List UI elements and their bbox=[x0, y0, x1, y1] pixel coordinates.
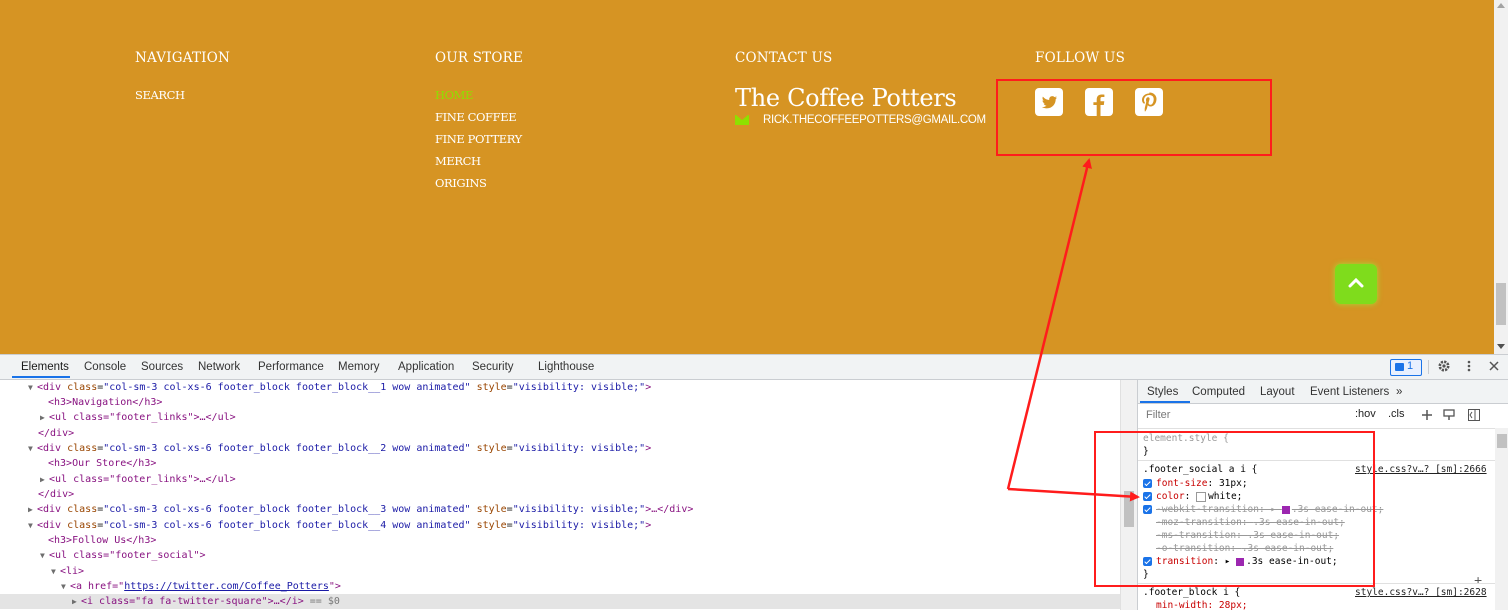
tab-application[interactable]: Application bbox=[398, 361, 454, 373]
more-tabs-chevron-icon[interactable]: » bbox=[1396, 386, 1402, 398]
store-link-home[interactable]: HOME bbox=[435, 88, 522, 110]
new-style-rule-icon[interactable] bbox=[1421, 409, 1433, 421]
tab-computed[interactable]: Computed bbox=[1192, 386, 1245, 398]
tab-elements[interactable]: Elements bbox=[21, 361, 69, 373]
toggle-sidebar-icon[interactable] bbox=[1468, 409, 1480, 421]
active-tab-indicator bbox=[12, 376, 70, 378]
declaration-min-width-partial[interactable]: min-width: 28px; bbox=[1156, 599, 1248, 612]
footer-navigation-column: NAVIGATION SEARCH bbox=[135, 50, 230, 102]
rule-source-link-2[interactable]: style.css?v…? [sm]:2628 bbox=[1355, 587, 1487, 598]
page-footer: NAVIGATION SEARCH OUR STORE HOME FINE CO… bbox=[0, 0, 1494, 354]
store-link-fine-coffee[interactable]: FINE COFFEE bbox=[435, 110, 522, 132]
dom-node-ul-footer-links[interactable]: ▶ <ul class="footer_links">…</ul> bbox=[40, 472, 236, 487]
dom-node-close-div[interactable]: </div> bbox=[38, 487, 74, 502]
dom-node-a-twitter[interactable]: ▼ <a href="https://twitter.com/Coffee_Pot… bbox=[61, 579, 341, 594]
elements-dom-tree: ▼ <div class="col-sm-3 col-xs-6 footer_bl… bbox=[0, 380, 1120, 610]
dom-node-i-twitter-selected[interactable]: ▶ <i class="fa fa-twitter-square">…</i> =… bbox=[0, 594, 1120, 609]
styles-scrollbar-thumb[interactable] bbox=[1497, 434, 1507, 448]
close-icon[interactable] bbox=[1488, 359, 1500, 373]
store-heading: OUR STORE bbox=[435, 50, 524, 66]
dom-node-footer-block-2[interactable]: ▼ <div class="col-sm-3 col-xs-6 footer_bl… bbox=[28, 441, 651, 456]
dom-node-ul-footer-social[interactable]: ▼ <ul class="footer_social"> bbox=[40, 548, 206, 563]
dom-node-h3-follow-us[interactable]: <h3>Follow Us</h3> bbox=[48, 533, 156, 548]
email-link[interactable]: RICK.THECOFFEEPOTTERS@GMAIL.COM bbox=[735, 114, 986, 126]
styles-scrollbar[interactable] bbox=[1495, 428, 1508, 610]
css-rule-highlight-box bbox=[1094, 431, 1375, 587]
navigation-links: SEARCH bbox=[135, 88, 185, 110]
issues-badge[interactable]: 1 bbox=[1390, 359, 1422, 376]
dom-node-footer-block-3[interactable]: ▶ <div class="col-sm-3 col-xs-6 footer_bl… bbox=[28, 502, 693, 517]
dom-node-ul-footer-links[interactable]: ▶ <ul class="footer_links">…</ul> bbox=[40, 410, 236, 425]
footer-follow-column: FOLLOW US bbox=[1035, 50, 1163, 116]
scroll-down-icon[interactable] bbox=[1497, 344, 1505, 349]
store-links: HOME FINE COFFEE FINE POTTERY MERCH ORIG… bbox=[435, 88, 522, 198]
page-scrollbar-thumb[interactable] bbox=[1496, 283, 1506, 325]
tab-event-listeners[interactable]: Event Listeners bbox=[1310, 386, 1389, 398]
navigation-heading: NAVIGATION bbox=[135, 50, 230, 66]
store-link-origins[interactable]: ORIGINS bbox=[435, 176, 522, 198]
rule-selector-footer-block[interactable]: .footer_block i { bbox=[1143, 586, 1240, 599]
tab-security[interactable]: Security bbox=[472, 361, 514, 373]
store-link-fine-pottery[interactable]: FINE POTTERY bbox=[435, 132, 522, 154]
issues-count: 1 bbox=[1407, 360, 1414, 372]
chevron-up-icon bbox=[1348, 277, 1364, 288]
email-address: RICK.THECOFFEEPOTTERS@GMAIL.COM bbox=[763, 114, 986, 126]
envelope-icon bbox=[735, 115, 749, 125]
social-icons-highlight-box bbox=[996, 79, 1272, 156]
tab-performance[interactable]: Performance bbox=[258, 361, 324, 373]
cls-toggle[interactable]: .cls bbox=[1388, 408, 1405, 420]
nav-link-search[interactable]: SEARCH bbox=[135, 88, 185, 110]
gear-icon[interactable] bbox=[1437, 359, 1451, 373]
dom-node-footer-block-1[interactable]: ▼ <div class="col-sm-3 col-xs-6 footer_bl… bbox=[28, 380, 651, 395]
dom-node-footer-block-4[interactable]: ▼ <div class="col-sm-3 col-xs-6 footer_bl… bbox=[28, 518, 651, 533]
toolbar-divider bbox=[1428, 360, 1429, 374]
twitter-href-link[interactable]: https://twitter.com/Coffee_Potters bbox=[124, 581, 329, 592]
page-scrollbar[interactable] bbox=[1494, 0, 1508, 354]
brand-name: The Coffee Potters bbox=[735, 84, 957, 112]
dom-node-h3-our-store[interactable]: <h3>Our Store</h3> bbox=[48, 456, 156, 471]
dom-node-li[interactable]: ▼ <li> bbox=[51, 564, 84, 579]
tab-lighthouse[interactable]: Lighthouse bbox=[538, 361, 594, 373]
tab-network[interactable]: Network bbox=[198, 361, 240, 373]
back-to-top-button[interactable] bbox=[1335, 264, 1377, 304]
scroll-up-icon[interactable] bbox=[1497, 3, 1505, 8]
styles-tab-bar: Styles Computed Layout Event Listeners » bbox=[1138, 380, 1508, 404]
tab-console[interactable]: Console bbox=[84, 361, 126, 373]
dom-node-close-div[interactable]: </div> bbox=[38, 426, 74, 441]
dom-node-h3-navigation[interactable]: <h3>Navigation</h3> bbox=[48, 395, 162, 410]
tab-layout[interactable]: Layout bbox=[1260, 386, 1295, 398]
more-options-icon[interactable] bbox=[1465, 359, 1473, 373]
element-state-icon[interactable] bbox=[1443, 409, 1455, 421]
footer-contact-column: CONTACT US The Coffee Potters RICK.THECO… bbox=[735, 50, 986, 126]
tab-memory[interactable]: Memory bbox=[338, 361, 380, 373]
filter-input[interactable]: Filter bbox=[1146, 409, 1170, 421]
footer-store-column: OUR STORE HOME FINE COFFEE FINE POTTERY … bbox=[435, 50, 524, 190]
tab-styles[interactable]: Styles bbox=[1147, 386, 1178, 398]
styles-filter-bar: Filter :hov .cls bbox=[1138, 404, 1508, 429]
tab-sources[interactable]: Sources bbox=[141, 361, 183, 373]
follow-heading: FOLLOW US bbox=[1035, 50, 1126, 66]
add-declaration-icon[interactable]: + bbox=[1474, 572, 1482, 588]
message-icon bbox=[1395, 363, 1404, 371]
active-style-tab-indicator bbox=[1140, 401, 1190, 403]
contact-heading: CONTACT US bbox=[735, 50, 833, 66]
store-link-merch[interactable]: MERCH bbox=[435, 154, 522, 176]
hov-toggle[interactable]: :hov bbox=[1355, 408, 1376, 420]
devtools-tab-bar: Elements Console Sources Network Perform… bbox=[0, 355, 1508, 380]
